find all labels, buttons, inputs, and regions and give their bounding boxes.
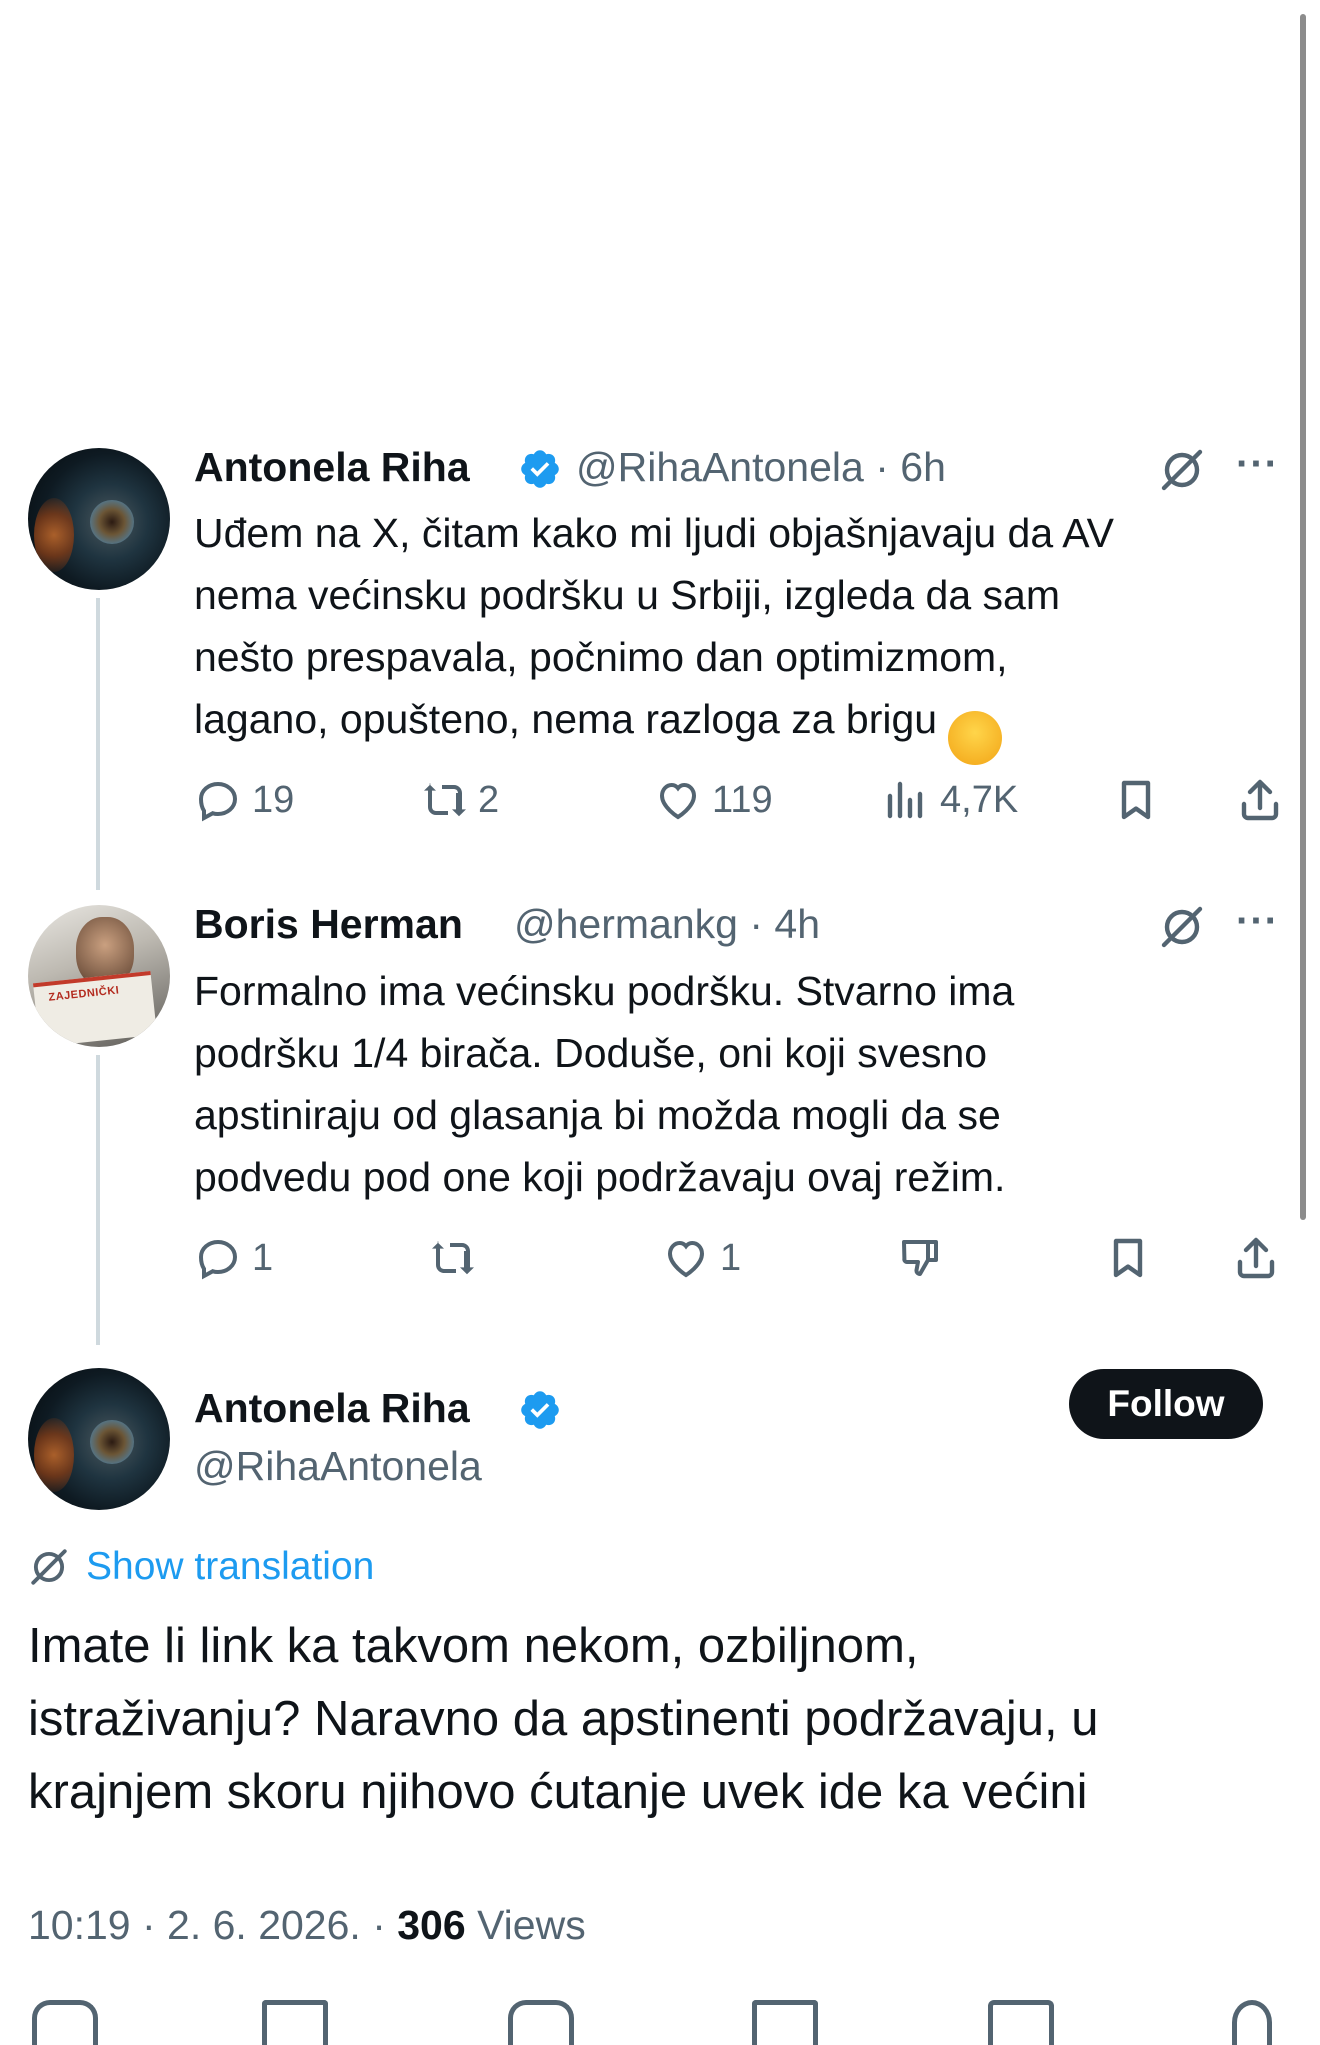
more-icon[interactable]: ··· xyxy=(1236,442,1279,487)
avatar-image-detail xyxy=(34,498,74,572)
avatar-image-detail: ZAJEDNIČKI xyxy=(32,971,158,1047)
like-button[interactable]: 119 xyxy=(654,776,773,824)
thread-line xyxy=(96,598,100,890)
tweet-time[interactable]: · 6h xyxy=(875,444,946,490)
share-icon[interactable] xyxy=(1232,2000,1272,2045)
tweet-text-content: Uđem na X, čitam kako mi ljudi objašnjav… xyxy=(194,510,1114,742)
author-name[interactable]: Antonela Riha xyxy=(194,1385,470,1432)
views-icon xyxy=(887,781,923,819)
verified-badge-icon xyxy=(521,1391,559,1429)
repost-icon xyxy=(432,1241,474,1275)
reply-count: 1 xyxy=(252,1236,274,1279)
bookmark-button[interactable] xyxy=(1104,1234,1162,1282)
follow-button[interactable]: Follow xyxy=(1069,1369,1263,1439)
avatar-antonela[interactable] xyxy=(28,1368,170,1510)
bookmark-button[interactable] xyxy=(1112,776,1170,824)
share-icon xyxy=(1241,779,1279,821)
repost-icon xyxy=(424,783,466,817)
translate-icon[interactable] xyxy=(1158,903,1206,951)
avatar-newspaper-title: ZAJEDNIČKI xyxy=(47,984,120,1004)
verified-badge-icon xyxy=(521,450,559,488)
translate-icon[interactable] xyxy=(1158,446,1206,494)
share-button[interactable] xyxy=(1236,776,1294,824)
reply-icon xyxy=(198,781,238,822)
bookmark-icon[interactable] xyxy=(988,2000,1054,2045)
downvote-icon xyxy=(902,1240,938,1276)
like-count: 1 xyxy=(720,1236,742,1279)
tweet-time[interactable]: · 4h xyxy=(749,901,820,947)
views-count: 306 xyxy=(397,1902,466,1948)
reply-count: 19 xyxy=(252,778,295,821)
reply-button[interactable]: 19 xyxy=(194,776,294,824)
author-name[interactable]: Boris Herman xyxy=(194,901,463,948)
author-handle[interactable]: @RihaAntonela · 6h xyxy=(576,444,946,491)
show-translation-link[interactable]: Show translation xyxy=(28,1545,374,1589)
reply-icon xyxy=(198,1239,238,1280)
like-button[interactable]: 1 xyxy=(662,1234,741,1282)
share-icon xyxy=(1237,1237,1275,1279)
like-icon xyxy=(667,1240,705,1278)
downvote-button[interactable] xyxy=(896,1234,954,1282)
repost-icon[interactable] xyxy=(262,2000,328,2045)
show-translation-label: Show translation xyxy=(86,1545,375,1588)
bookmark-icon xyxy=(1121,780,1151,820)
author-handle[interactable]: @RihaAntonela xyxy=(194,1443,482,1490)
like-icon[interactable] xyxy=(508,2000,574,2045)
action-bar-partial xyxy=(0,2000,1320,2045)
author-handle[interactable]: @hermankg · 4h xyxy=(514,901,820,948)
handle-text: @RihaAntonela xyxy=(576,444,864,490)
reply-button[interactable]: 1 xyxy=(194,1234,273,1282)
tweet-timestamp[interactable]: 10:19 · 2. 6. 2026. · xyxy=(28,1902,397,1948)
repost-button[interactable] xyxy=(428,1234,486,1282)
repost-button[interactable]: 2 xyxy=(420,776,499,824)
expressionless-emoji: 😑 xyxy=(948,711,1003,765)
main-tweet-text: Imate li link ka takvom nekom, ozbiljnom… xyxy=(28,1619,1099,1819)
repost-count: 2 xyxy=(478,778,500,821)
avatar-image-detail xyxy=(90,500,134,544)
tweet-text: Formalno ima većinsku podršku. Stvarno i… xyxy=(194,968,1015,1200)
views-label: Views xyxy=(465,1902,586,1948)
author-name[interactable]: Antonela Riha xyxy=(194,444,470,491)
share-button[interactable] xyxy=(1232,1234,1290,1282)
avatar-image-detail xyxy=(90,1420,134,1464)
thread-line xyxy=(96,1055,100,1345)
tweet-meta: 10:19 · 2. 6. 2026. · 306 Views xyxy=(28,1902,586,1949)
bookmark-icon xyxy=(1113,1238,1143,1278)
like-icon xyxy=(659,782,697,820)
views-count: 4,7K xyxy=(940,778,1019,821)
views-button[interactable]: 4,7K xyxy=(882,776,1018,824)
avatar-image-detail xyxy=(34,1418,74,1492)
downvote-icon[interactable] xyxy=(752,2000,818,2045)
like-count: 119 xyxy=(712,778,773,821)
avatar-boris[interactable]: ZAJEDNIČKI xyxy=(28,905,170,1047)
scrollbar[interactable] xyxy=(1300,14,1306,1220)
tweet-text: Uđem na X, čitam kako mi ljudi objašnjav… xyxy=(194,502,1294,765)
reply-icon[interactable] xyxy=(32,2000,98,2045)
more-icon[interactable]: ··· xyxy=(1236,899,1279,944)
avatar-antonela[interactable] xyxy=(28,448,170,590)
translate-icon xyxy=(31,1549,67,1585)
handle-text: @hermankg xyxy=(514,901,738,947)
